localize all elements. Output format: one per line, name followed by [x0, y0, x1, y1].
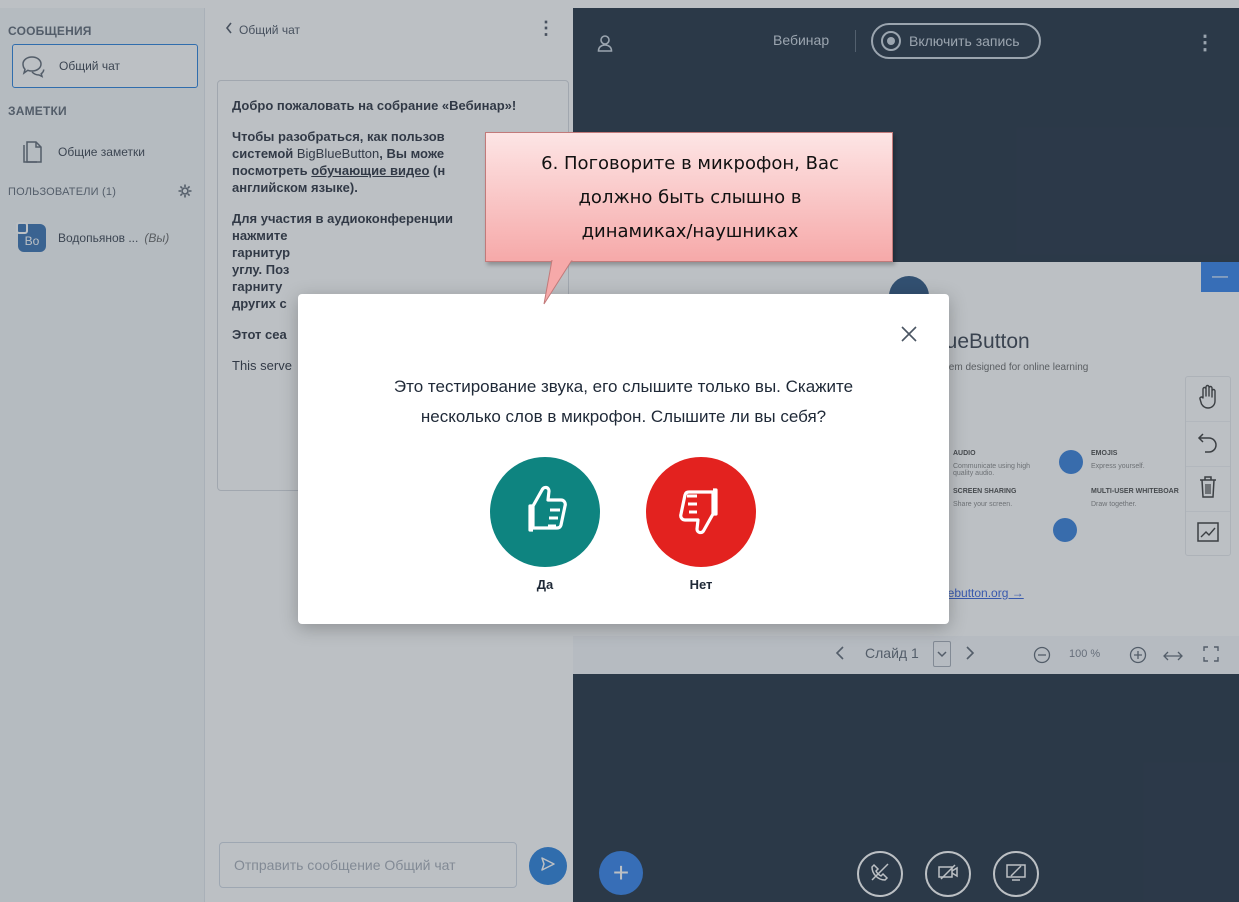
close-icon[interactable]	[899, 324, 919, 344]
echo-yes-button[interactable]	[490, 457, 600, 567]
thumbs-up-icon	[519, 482, 571, 543]
echo-test-modal: Это тестирование звука, его слышите толь…	[298, 294, 949, 624]
echo-yes-option: Да	[490, 457, 600, 592]
yes-label: Да	[536, 577, 554, 592]
callout-pointer-icon	[543, 260, 573, 305]
no-label: Нет	[689, 577, 713, 592]
instruction-callout: 6. Поговорите в микрофон, Вас должно быт…	[485, 132, 893, 262]
callout-text: 6. Поговорите в микрофон, Вас должно быт…	[541, 153, 839, 242]
echo-no-button[interactable]	[646, 457, 756, 567]
echo-no-option: Нет	[646, 457, 756, 592]
echo-test-question: Это тестирование звука, его слышите толь…	[393, 377, 854, 426]
thumbs-down-icon	[675, 482, 727, 543]
